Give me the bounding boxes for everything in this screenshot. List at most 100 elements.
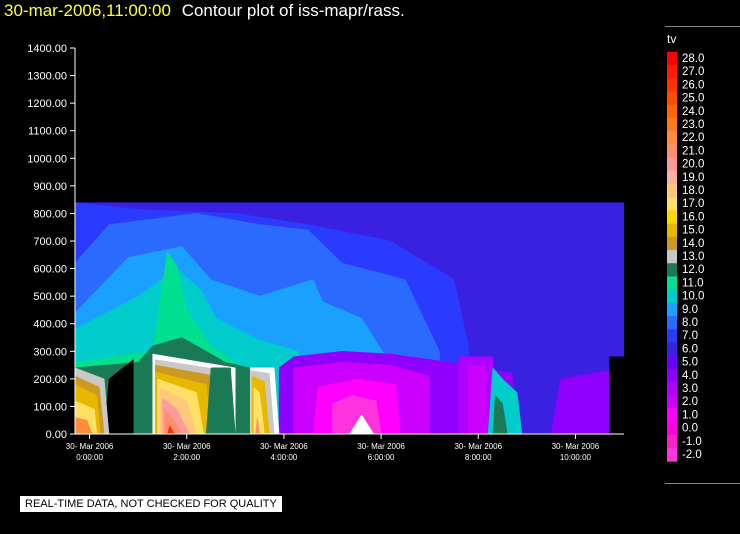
legend-label: 23.0 xyxy=(682,119,704,131)
contour-region-32 xyxy=(205,367,236,434)
legend-label: 2.0 xyxy=(682,396,698,408)
legend-label: 10.0 xyxy=(682,291,704,303)
legend-swatch xyxy=(667,157,677,172)
contour-plot: 1400.00 1300.00 1200.00 1100.00 1000.00 900.0… xyxy=(27,43,704,462)
y-tick-label: 1300.00 xyxy=(27,71,67,83)
y-tick-label: 500.00 xyxy=(33,291,67,303)
legend-label: 17.0 xyxy=(682,198,704,210)
y-tick-label: 800.00 xyxy=(33,208,67,220)
x-tick-date: 30- Mar 2006 xyxy=(552,442,600,451)
legend-label: 8.0 xyxy=(682,317,698,329)
legend-swatch xyxy=(667,236,677,251)
legend-swatch xyxy=(667,276,677,291)
y-tick-label: 1200.00 xyxy=(27,98,67,110)
legend-separator-top xyxy=(665,26,740,27)
quality-note: REAL-TIME DATA, NOT CHECKED FOR QUALITY xyxy=(20,496,282,512)
legend-label: 5.0 xyxy=(682,357,698,369)
legend-label: 12.0 xyxy=(682,264,704,276)
legend-swatch xyxy=(667,382,677,396)
legend-label: 16.0 xyxy=(682,211,704,223)
y-tick-label: 100.00 xyxy=(33,401,67,413)
legend-swatch xyxy=(667,170,677,185)
legend-swatch xyxy=(667,289,677,304)
legend-swatch xyxy=(667,250,677,264)
legend-swatch xyxy=(667,104,677,119)
contour-region-38 xyxy=(242,367,251,434)
y-tick-label: 0.00 xyxy=(46,429,67,441)
legend-swatch xyxy=(667,329,677,343)
legend-swatch xyxy=(667,355,677,370)
legend-label: 4.0 xyxy=(682,370,698,382)
x-tick-time: 2:00:00 xyxy=(173,453,200,462)
legend-swatch xyxy=(667,342,677,357)
legend-label: 28.0 xyxy=(682,53,704,65)
legend-swatch xyxy=(667,302,677,317)
legend-swatch xyxy=(667,408,677,423)
legend-label: 0.0 xyxy=(682,423,698,435)
legend-label: -2.0 xyxy=(682,449,702,461)
legend-swatch xyxy=(667,448,677,462)
legend-swatch xyxy=(667,118,677,132)
legend-label: 20.0 xyxy=(682,159,704,171)
y-tick-label: 600.00 xyxy=(33,264,67,276)
x-tick-date: 30- Mar 2006 xyxy=(260,442,308,451)
legend-swatch xyxy=(667,368,677,383)
legend-label: -1.0 xyxy=(682,436,702,448)
x-tick-time: 10:00:00 xyxy=(560,453,592,462)
legend-label: 21.0 xyxy=(682,145,704,157)
legend-swatch xyxy=(667,395,677,409)
y-tick-label: 700.00 xyxy=(33,236,67,248)
legend-swatch xyxy=(667,184,677,198)
color-legend: 28.027.026.0 25.024.023.022.021.0 20.019.0… xyxy=(667,52,704,462)
y-tick-label: 200.00 xyxy=(33,374,67,386)
y-tick-label: 1100.00 xyxy=(28,126,67,138)
legend-label: 7.0 xyxy=(682,330,698,342)
legend-swatch xyxy=(667,52,677,66)
legend-label: 27.0 xyxy=(682,66,704,78)
legend-swatch xyxy=(667,316,677,330)
legend-label: 25.0 xyxy=(682,93,704,105)
x-tick-date: 30- Mar 2006 xyxy=(163,442,211,451)
legend-label: 24.0 xyxy=(682,106,704,118)
legend-label: 1.0 xyxy=(682,409,698,421)
legend-swatch xyxy=(667,91,677,106)
legend-swatch xyxy=(667,65,677,79)
x-tick-time: 0:00:00 xyxy=(76,453,103,462)
legend-swatch xyxy=(667,131,677,145)
legend-swatch xyxy=(667,434,677,449)
x-tick-time: 4:00:00 xyxy=(271,453,298,462)
legend-swatch xyxy=(667,263,677,277)
x-tick-date: 30- Mar 2006 xyxy=(357,442,405,451)
legend-label: 15.0 xyxy=(682,225,704,237)
legend-label: 6.0 xyxy=(682,343,698,355)
legend-swatch xyxy=(667,421,677,436)
y-tick-label: 300.00 xyxy=(33,346,67,358)
legend-swatch xyxy=(667,144,677,159)
legend-label: 22.0 xyxy=(682,132,704,144)
legend-label: 19.0 xyxy=(682,172,704,184)
legend-label: 13.0 xyxy=(682,251,704,263)
legend-separator-bottom xyxy=(665,483,740,484)
legend-label: 11.0 xyxy=(682,277,704,289)
legend-label: 26.0 xyxy=(682,79,704,91)
legend-swatch xyxy=(667,210,677,225)
contour-regions xyxy=(75,202,624,434)
x-tick-date: 30- Mar 2006 xyxy=(66,442,114,451)
y-tick-label: 400.00 xyxy=(33,319,67,331)
legend-label: 18.0 xyxy=(682,185,704,197)
legend-swatch xyxy=(667,223,677,238)
legend-label: 9.0 xyxy=(682,304,698,316)
legend-label: 3.0 xyxy=(682,383,698,395)
y-tick-label: 900.00 xyxy=(33,181,67,193)
legend-swatch xyxy=(667,197,677,211)
contour-region-39 xyxy=(609,356,624,434)
x-tick-time: 6:00:00 xyxy=(368,453,395,462)
y-tick-label: 1400.00 xyxy=(27,43,67,55)
x-tick-date: 30- Mar 2006 xyxy=(454,442,502,451)
legend-label: 14.0 xyxy=(682,238,704,250)
legend-title: tv xyxy=(667,32,677,46)
contour-region-13 xyxy=(468,364,489,434)
x-tick-time: 8:00:00 xyxy=(465,453,492,462)
legend-swatch xyxy=(667,78,677,93)
y-tick-label: 1000.00 xyxy=(27,153,67,165)
